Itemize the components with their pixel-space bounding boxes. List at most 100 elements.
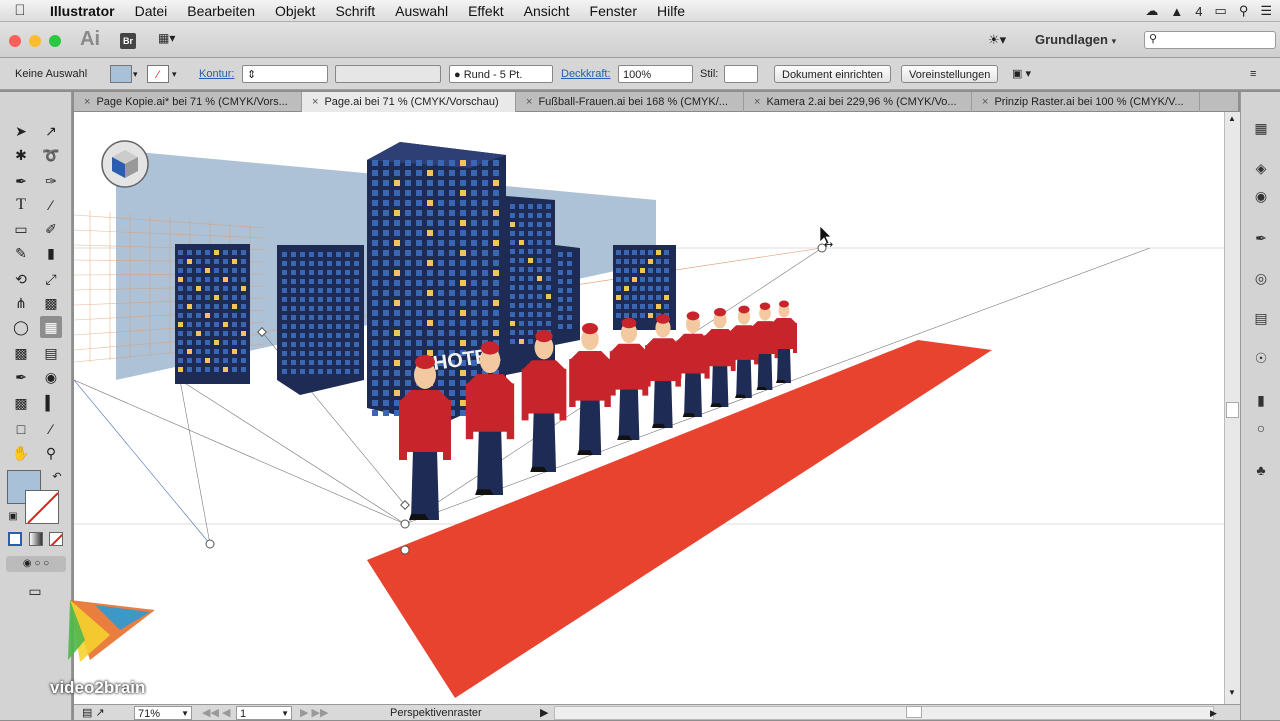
color-mode-icon[interactable]	[8, 532, 22, 546]
brush-select[interactable]: ● Rund - 5 Pt.	[449, 65, 553, 83]
variable-width-select[interactable]	[335, 65, 441, 83]
next-page-icon[interactable]: ▶ ▶▶	[300, 706, 328, 720]
status-menu-icon[interactable]: ▶	[540, 706, 548, 720]
symbol-sprayer-tool-icon[interactable]: ▩	[10, 392, 32, 414]
pen-tool-icon[interactable]: ✒	[10, 170, 32, 192]
width-tool-icon[interactable]: ⋔	[10, 292, 32, 314]
creative-cloud-icon[interactable]: ☁	[1145, 3, 1158, 19]
menu-hilfe[interactable]: Hilfe	[647, 3, 695, 19]
screen-mode-icon[interactable]: ▭	[24, 580, 46, 602]
close-tab-icon[interactable]: ×	[982, 96, 988, 108]
spotlight-icon[interactable]: ⚲	[1239, 3, 1249, 19]
brushes-panel-icon[interactable]: ✒	[1251, 228, 1271, 248]
fill-dropdown[interactable]: ▾	[133, 65, 138, 83]
menu-datei[interactable]: Datei	[125, 3, 178, 19]
perspective-grid-tool-icon[interactable]: ▦	[40, 316, 62, 338]
draw-modes-icon[interactable]: ◉ ○ ○	[6, 556, 66, 572]
adobe-icon[interactable]: ▲	[1170, 4, 1183, 19]
apple-menu-icon[interactable]: 	[0, 2, 40, 19]
tab-kamera-2[interactable]: × Kamera 2.ai bei 229,96 % (CMYK/Vo...	[744, 92, 972, 112]
rectangle-tool-icon[interactable]: ▭	[10, 218, 32, 240]
stroke-weight-input[interactable]: ⇕	[242, 65, 328, 83]
stroke-dropdown[interactable]: ▾	[172, 65, 177, 83]
document-setup-button[interactable]: Dokument einrichten	[774, 65, 891, 83]
horizontal-scrollbar[interactable]	[554, 706, 1214, 720]
page-number-select[interactable]: 1 ▼	[236, 706, 292, 720]
shape-builder-tool-icon[interactable]: ◯	[10, 316, 32, 338]
gradient-tool-icon[interactable]: ▤	[40, 342, 62, 364]
symbols-panel-icon[interactable]: ♣	[1251, 460, 1271, 480]
scroll-thumb[interactable]	[1226, 402, 1239, 418]
arrange-documents-icon[interactable]: ▦▾	[158, 31, 186, 49]
gradient-panel-icon[interactable]: ▤	[1251, 308, 1271, 328]
tab-prinzip-raster[interactable]: × Prinzip Raster.ai bei 100 % (CMYK/V...	[972, 92, 1200, 112]
eraser-tool-icon[interactable]: ▮	[40, 242, 62, 264]
scroll-up-icon[interactable]: ▲	[1228, 114, 1236, 123]
appearance-panel-icon[interactable]: ◎	[1251, 268, 1271, 288]
blend-tool-icon[interactable]: ◉	[40, 366, 62, 388]
close-window-button[interactable]	[9, 35, 21, 47]
curvature-tool-icon[interactable]: ✑	[40, 170, 62, 192]
kontur-label[interactable]: Kontur:	[199, 65, 234, 83]
slice-tool-icon[interactable]: ∕	[40, 418, 62, 440]
gradient-mode-icon[interactable]	[29, 532, 43, 546]
artboard-canvas[interactable]: HOTEL ↔	[74, 112, 1224, 704]
fill-swatch[interactable]	[110, 65, 132, 83]
workspace-switcher[interactable]: Grundlagen ▾	[1035, 32, 1116, 47]
transform-icon[interactable]: ▣ ▾	[1012, 65, 1031, 83]
eyedropper-tool-icon[interactable]: ✒	[10, 366, 32, 388]
panel-menu-icon[interactable]: ≡	[1250, 65, 1256, 83]
pencil-tool-icon[interactable]: ✎	[10, 242, 32, 264]
zoom-window-button[interactable]	[49, 35, 61, 47]
rotate-tool-icon[interactable]: ⟲	[10, 268, 32, 290]
menu-effekt[interactable]: Effekt	[458, 3, 514, 19]
scale-tool-icon[interactable]: ⤢	[40, 268, 62, 290]
free-transform-tool-icon[interactable]: ▩	[40, 292, 62, 314]
hand-tool-icon[interactable]: ✋	[10, 442, 32, 464]
minimize-window-button[interactable]	[29, 35, 41, 47]
horizontal-scroll-thumb[interactable]	[906, 706, 922, 718]
artboard-tool-icon[interactable]: □	[10, 418, 32, 440]
transparency-panel-icon[interactable]: ▮	[1251, 390, 1271, 410]
mesh-tool-icon[interactable]: ▩	[10, 342, 32, 364]
menu-bearbeiten[interactable]: Bearbeiten	[177, 3, 265, 19]
type-tool-icon[interactable]: T	[10, 194, 32, 216]
stroke-panel-icon[interactable]: ☉	[1251, 348, 1271, 368]
line-tool-icon[interactable]: ∕	[40, 194, 62, 216]
scroll-down-icon[interactable]: ▼	[1228, 688, 1236, 697]
selection-tool-icon[interactable]: ➤	[10, 120, 32, 142]
preferences-button[interactable]: Voreinstellungen	[901, 65, 999, 83]
direct-selection-tool-icon[interactable]: ↗	[40, 120, 62, 142]
menu-auswahl[interactable]: Auswahl	[385, 3, 458, 19]
close-tab-icon[interactable]: ×	[754, 96, 760, 108]
menu-ansicht[interactable]: Ansicht	[514, 3, 580, 19]
tab-page-kopie[interactable]: × Page Kopie.ai* bei 71 % (CMYK/Vors...	[74, 92, 302, 112]
close-tab-icon[interactable]: ×	[84, 96, 90, 108]
style-select[interactable]	[724, 65, 758, 83]
scroll-right-icon[interactable]: ▶	[1210, 706, 1217, 720]
opacity-input[interactable]: 100%	[618, 65, 693, 83]
zoom-level-select[interactable]: 71% ▼	[134, 706, 192, 720]
graphic-styles-panel-icon[interactable]: ○	[1251, 418, 1271, 438]
battery-icon[interactable]: ▭	[1215, 3, 1227, 19]
alert-icon[interactable]: ☀▾	[988, 32, 1006, 48]
list-icon[interactable]: ☰	[1260, 3, 1272, 19]
menu-illustrator[interactable]: Illustrator	[40, 3, 125, 19]
stroke-swatch[interactable]: ⁄	[147, 65, 169, 83]
magic-wand-tool-icon[interactable]: ✱	[10, 144, 32, 166]
artboards-panel-icon[interactable]: ▦	[1251, 118, 1271, 138]
close-tab-icon[interactable]: ×	[526, 96, 532, 108]
layers-panel-icon[interactable]: ◈	[1251, 158, 1271, 178]
tab-page[interactable]: × Page.ai bei 71 % (CMYK/Vorschau)	[302, 92, 516, 112]
column-graph-tool-icon[interactable]: ▍	[40, 392, 62, 414]
default-colors-icon[interactable]: ▣	[2, 506, 24, 528]
none-mode-icon[interactable]	[49, 532, 63, 546]
close-tab-icon[interactable]: ×	[312, 96, 318, 108]
swap-colors-icon[interactable]: ↶	[46, 466, 68, 488]
menu-objekt[interactable]: Objekt	[265, 3, 325, 19]
stroke-color-box[interactable]	[25, 490, 59, 524]
menu-fenster[interactable]: Fenster	[580, 3, 647, 19]
vertical-scrollbar[interactable]: ▲ ▼	[1224, 112, 1240, 704]
bridge-button[interactable]: Br	[120, 33, 136, 49]
color-panel-icon[interactable]: ◉	[1251, 186, 1271, 206]
